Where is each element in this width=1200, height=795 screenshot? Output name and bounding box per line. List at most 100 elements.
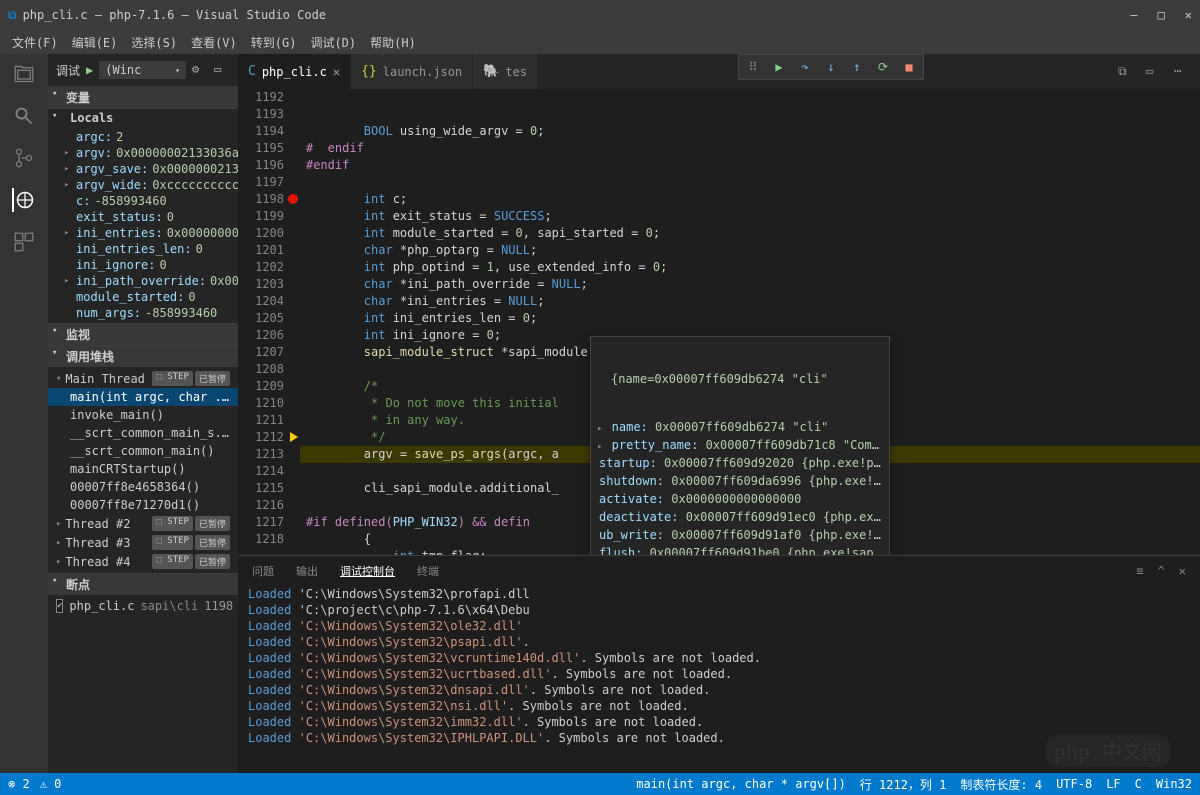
code-line[interactable]: #endif — [300, 157, 1200, 174]
variable-row[interactable]: ▸ini_entries:0x00000000000.. — [48, 225, 238, 241]
variable-row[interactable]: argc:2 — [48, 129, 238, 145]
checkbox-icon[interactable]: ✓ — [56, 599, 63, 613]
variable-row[interactable]: exit_status:0 — [48, 209, 238, 225]
step-out-icon[interactable]: ↑ — [845, 57, 869, 77]
stack-frame[interactable]: invoke_main() — [48, 406, 238, 424]
close-window-button[interactable]: ✕ — [1185, 8, 1192, 22]
split-icon[interactable]: ⧉ — [1118, 64, 1134, 80]
code-line[interactable]: char *ini_entries = NULL; — [300, 293, 1200, 310]
menu-item[interactable]: 选择(S) — [125, 32, 183, 53]
thread-item[interactable]: ▸Thread #3⬚ STEP已暂停 — [48, 533, 238, 552]
status-os[interactable]: Win32 — [1156, 777, 1192, 791]
code-line[interactable]: int ini_entries_len = 0; — [300, 310, 1200, 327]
menu-item[interactable]: 查看(V) — [185, 32, 243, 53]
status-eol[interactable]: LF — [1106, 777, 1120, 791]
code-line[interactable]: int exit_status = SUCCESS; — [300, 208, 1200, 225]
console-line: Loaded 'C:\project\c\php-7.1.6\x64\Debu — [248, 602, 1190, 618]
expand-icon[interactable]: ^ — [1158, 564, 1165, 578]
stack-frame[interactable]: mainCRTStartup() — [48, 460, 238, 478]
close-tab-icon[interactable]: ✕ — [333, 65, 340, 79]
code-line[interactable] — [300, 174, 1200, 191]
explorer-icon[interactable] — [12, 62, 36, 86]
variable-row[interactable]: c:-858993460 — [48, 193, 238, 209]
code-line[interactable]: char *ini_path_override = NULL; — [300, 276, 1200, 293]
locals-section[interactable]: Locals — [48, 109, 238, 127]
tooltip-row: startup: 0x00007ff609d92020 {php.exe!php… — [597, 455, 883, 473]
code-line[interactable]: BOOL using_wide_argv = 0; — [300, 123, 1200, 140]
panel-tab[interactable]: 调试控制台 — [340, 563, 395, 579]
minimize-button[interactable]: — — [1130, 8, 1137, 22]
menu-item[interactable]: 文件(F) — [6, 32, 64, 53]
watch-section[interactable]: 监视 — [48, 324, 238, 345]
variables-section[interactable]: 变量 — [48, 87, 238, 108]
editor-tab[interactable]: Cphp_cli.c✕ — [238, 54, 351, 89]
stack-frame[interactable]: 00007ff8e4658364() — [48, 478, 238, 496]
status-warnings[interactable]: ⚠ 0 — [40, 777, 62, 791]
tooltip-row: activate: 0x0000000000000000 — [597, 491, 883, 509]
status-indent[interactable]: 制表符长度: 4 — [960, 776, 1042, 793]
step-over-icon[interactable]: ↷ — [793, 57, 817, 77]
editor-tab[interactable]: 🐘tes — [473, 54, 538, 89]
code-line[interactable]: int php_optind = 1, use_extended_info = … — [300, 259, 1200, 276]
restart-icon[interactable]: ⟳ — [871, 57, 895, 77]
step-into-icon[interactable]: ↓ — [819, 57, 843, 77]
status-language[interactable]: C — [1135, 777, 1142, 791]
status-encoding[interactable]: UTF-8 — [1056, 777, 1092, 791]
variable-row[interactable]: ini_ignore:0 — [48, 257, 238, 273]
hover-tooltip: {name=0x00007ff609db6274 "cli" ▸ name: 0… — [590, 336, 890, 555]
code-line[interactable]: int c; — [300, 191, 1200, 208]
thread-item[interactable]: ▸Thread #2⬚ STEP已暂停 — [48, 514, 238, 533]
editor-tab[interactable]: {}launch.json — [351, 54, 473, 89]
code-line[interactable]: # endif — [300, 140, 1200, 157]
variable-row[interactable]: ini_entries_len:0 — [48, 241, 238, 257]
start-debug-icon[interactable]: ▶ — [86, 63, 93, 77]
panel-tab[interactable]: 问题 — [252, 563, 274, 579]
filter-icon[interactable]: ≡ — [1136, 564, 1143, 578]
thread-main[interactable]: ▾Main Thread ⬚ STEP已暂停 — [48, 369, 238, 388]
variable-row[interactable]: module_started:0 — [48, 289, 238, 305]
code-editor[interactable]: 1192119311941195119611971198119912001201… — [238, 89, 1200, 555]
stack-frame[interactable]: main(int argc, char ... — [48, 388, 238, 406]
close-panel-icon[interactable]: ✕ — [1179, 564, 1186, 578]
menu-item[interactable]: 调试(D) — [304, 32, 362, 53]
variable-row[interactable]: ▸argv_wide:0xccccccccccc.. — [48, 177, 238, 193]
stack-frame[interactable]: __scrt_common_main() — [48, 442, 238, 460]
stack-frame[interactable]: __scrt_common_main_s... — [48, 424, 238, 442]
code-line[interactable]: char *php_optarg = NULL; — [300, 242, 1200, 259]
scm-icon[interactable] — [12, 146, 36, 170]
menu-item[interactable]: 转到(G) — [245, 32, 303, 53]
menu-item[interactable]: 编辑(E) — [66, 32, 124, 53]
console-line: Loaded 'C:\Windows\System32\ucrtbased.dl… — [248, 666, 1190, 682]
console-icon[interactable]: ▭ — [214, 62, 230, 78]
status-errors[interactable]: ⊗ 2 — [8, 777, 30, 791]
variable-row[interactable]: ▸argv:0x00000002133036aa4.. — [48, 145, 238, 161]
debug-console[interactable]: Loaded 'C:\Windows\System32\profapi.dllL… — [238, 586, 1200, 773]
variable-row[interactable]: num_args:-858993460 — [48, 305, 238, 321]
thread-item[interactable]: ▸Thread #4⬚ STEP已暂停 — [48, 552, 238, 571]
debug-icon[interactable] — [12, 188, 36, 212]
gear-icon[interactable]: ⚙ — [192, 62, 208, 78]
panel-tab[interactable]: 终端 — [417, 563, 439, 579]
debug-config-select[interactable]: (Winc▾ — [99, 61, 186, 79]
breakpoint-dot[interactable] — [288, 194, 298, 204]
code-line[interactable]: int module_started = 0, sapi_started = 0… — [300, 225, 1200, 242]
status-context[interactable]: main(int argc, char * argv[]) — [636, 777, 846, 791]
continue-icon[interactable]: ▶ — [767, 57, 791, 77]
debug-toolbar[interactable]: ⠿ ▶ ↷ ↓ ↑ ⟳ ■ — [738, 54, 924, 80]
variable-row[interactable]: ▸argv_save:0x000000021330.. — [48, 161, 238, 177]
variable-row[interactable]: ▸ini_path_override:0x00.. — [48, 273, 238, 289]
more-icon[interactable]: ⋯ — [1174, 64, 1190, 80]
maximize-button[interactable]: □ — [1158, 8, 1165, 22]
extensions-icon[interactable] — [12, 230, 36, 254]
panel-tab[interactable]: 输出 — [296, 563, 318, 579]
layout-icon[interactable]: ▭ — [1146, 64, 1162, 80]
search-icon[interactable] — [12, 104, 36, 128]
menu-item[interactable]: 帮助(H) — [364, 32, 422, 53]
breakpoint-item[interactable]: ✓ php_cli.c sapi\cli 1198 — [48, 597, 238, 615]
drag-handle-icon[interactable]: ⠿ — [741, 57, 765, 77]
callstack-section[interactable]: 调用堆栈 — [48, 346, 238, 367]
stack-frame[interactable]: 00007ff8e71270d1() — [48, 496, 238, 514]
status-position[interactable]: 行 1212，列 1 — [860, 776, 947, 793]
breakpoints-section[interactable]: 断点 — [48, 574, 238, 595]
stop-icon[interactable]: ■ — [897, 57, 921, 77]
